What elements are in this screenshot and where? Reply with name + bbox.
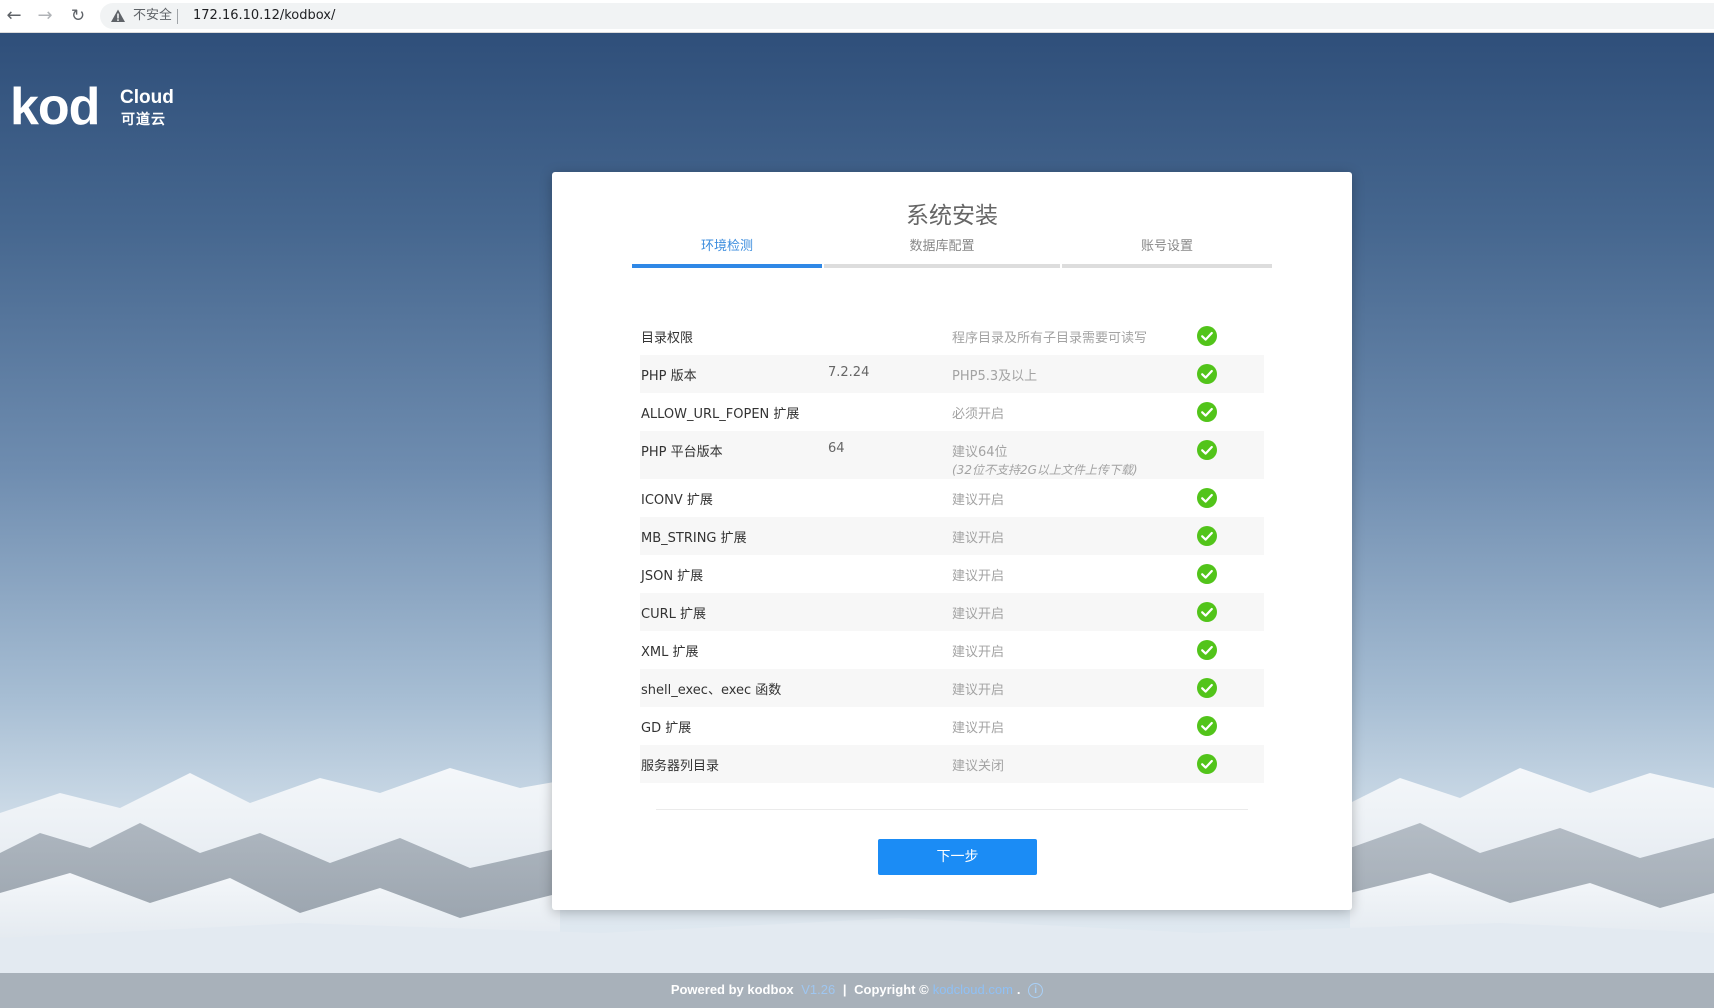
step-database-config[interactable]: 数据库配置: [824, 238, 1060, 268]
reload-icon[interactable]: ↻: [66, 4, 90, 28]
footer-dot: .: [1016, 982, 1021, 997]
check-ok-icon: [1197, 716, 1217, 736]
security-label[interactable]: 不安全: [133, 3, 172, 29]
check-name: GD 扩展: [641, 721, 692, 736]
step-progress-bar: [824, 264, 1060, 268]
back-arrow-icon[interactable]: ←: [2, 4, 26, 28]
environment-check-table: 目录权限 程序目录及所有子目录需要可读写 PHP 版本 7.2.24 PHP5.3及以上…: [640, 317, 1264, 783]
page-title: 系统安装: [906, 203, 998, 229]
version-text: V1.26: [801, 982, 836, 997]
check-requirement: PHP5.3及以上: [952, 369, 1038, 384]
logo-main-text: kod: [10, 78, 100, 136]
step-label: 环境检测: [700, 239, 753, 254]
check-requirement: 建议开启: [952, 607, 1005, 622]
check-name: shell_exec、exec 函数: [641, 683, 782, 698]
check-name: PHP 版本: [641, 369, 697, 384]
check-name: 目录权限: [641, 331, 694, 346]
check-requirement: 建议关闭: [952, 759, 1005, 774]
step-account-settings[interactable]: 账号设置: [1062, 238, 1272, 268]
address-bar[interactable]: 不安全 172.16.10.12/kodbox/: [100, 3, 1714, 29]
url-text[interactable]: 172.16.10.12/kodbox/: [193, 3, 335, 29]
check-value: 64: [828, 441, 845, 456]
warning-icon[interactable]: [110, 8, 126, 24]
divider: [656, 809, 1248, 810]
check-requirement: 建议开启: [952, 721, 1005, 736]
page-footer: Powered by kodbox V1.26 | Copyright © kod…: [0, 973, 1714, 1008]
check-ok-icon: [1197, 488, 1217, 508]
check-row: PHP 平台版本 64 建议64位 (32位不支持2G以上文件上传下载): [640, 431, 1264, 479]
check-row: PHP 版本 7.2.24 PHP5.3及以上: [640, 355, 1264, 393]
check-requirement: 必须开启: [952, 407, 1005, 422]
check-row: ALLOW_URL_FOPEN 扩展 必须开启: [640, 393, 1264, 431]
step-progress-bar: [632, 264, 822, 268]
check-ok-icon: [1197, 364, 1217, 384]
check-name: ICONV 扩展: [641, 493, 713, 508]
check-ok-icon: [1197, 326, 1217, 346]
install-steps: 环境检测 数据库配置 账号设置: [632, 238, 1272, 268]
logo-cn-text: 可道云: [121, 112, 166, 128]
check-ok-icon: [1197, 640, 1217, 660]
check-name: MB_STRING 扩展: [641, 531, 747, 546]
check-row: CURL 扩展 建议开启: [640, 593, 1264, 631]
check-ok-icon: [1197, 526, 1217, 546]
check-ok-icon: [1197, 402, 1217, 422]
check-ok-icon: [1197, 754, 1217, 774]
check-ok-icon: [1197, 564, 1217, 584]
check-name: ALLOW_URL_FOPEN 扩展: [641, 407, 800, 422]
check-requirement-note: (32位不支持2G以上文件上传下载): [952, 463, 1138, 477]
check-requirement: 建议开启: [952, 683, 1005, 698]
check-ok-icon: [1197, 602, 1217, 622]
check-requirement: 建议开启: [952, 569, 1005, 584]
check-row: 服务器列目录 建议关闭: [640, 745, 1264, 783]
check-row: ICONV 扩展 建议开启: [640, 479, 1264, 517]
check-name: JSON 扩展: [641, 569, 704, 584]
check-name: XML 扩展: [641, 645, 699, 660]
check-requirement: 建议开启: [952, 493, 1005, 508]
powered-by-text: Powered by kodbox: [670, 982, 794, 997]
browser-toolbar: ← → ↻ 不安全 172.16.10.12/kodbox/: [0, 0, 1714, 33]
step-progress-bar: [1062, 264, 1272, 268]
step-label: 数据库配置: [909, 239, 975, 254]
step-environment-check[interactable]: 环境检测: [632, 238, 822, 268]
check-row: GD 扩展 建议开启: [640, 707, 1264, 745]
check-row: JSON 扩展 建议开启: [640, 555, 1264, 593]
check-row: shell_exec、exec 函数 建议开启: [640, 669, 1264, 707]
check-name: PHP 平台版本: [641, 445, 723, 460]
check-requirement: 建议开启: [952, 531, 1005, 546]
logo-sub-text: Cloud: [120, 87, 174, 108]
check-requirement: 程序目录及所有子目录需要可读写: [952, 331, 1148, 346]
site-link[interactable]: kodcloud.com: [933, 982, 1013, 997]
copyright-text: Copyright ©: [854, 982, 929, 997]
kodcloud-logo[interactable]: kod Cloud 可道云: [10, 78, 180, 136]
check-ok-icon: [1197, 678, 1217, 698]
check-requirement: 建议64位: [952, 445, 1008, 460]
check-row: MB_STRING 扩展 建议开启: [640, 517, 1264, 555]
check-requirement: 建议开启: [952, 645, 1005, 660]
address-divider: [177, 9, 178, 24]
footer-separator: |: [842, 982, 847, 997]
check-name: CURL 扩展: [641, 607, 707, 622]
check-ok-icon: [1197, 440, 1217, 460]
step-label: 账号设置: [1140, 239, 1193, 254]
next-step-button[interactable]: 下一步: [878, 839, 1037, 875]
forward-arrow-icon[interactable]: →: [33, 4, 57, 28]
install-panel: 系统安装 环境检测 数据库配置 账号设置 目录权限 程序目录及所有子目录需要可读写…: [552, 172, 1352, 910]
check-value: 7.2.24: [828, 365, 870, 380]
check-row: 目录权限 程序目录及所有子目录需要可读写: [640, 317, 1264, 355]
check-name: 服务器列目录: [641, 759, 720, 774]
info-icon[interactable]: i: [1028, 983, 1044, 999]
check-row: XML 扩展 建议开启: [640, 631, 1264, 669]
